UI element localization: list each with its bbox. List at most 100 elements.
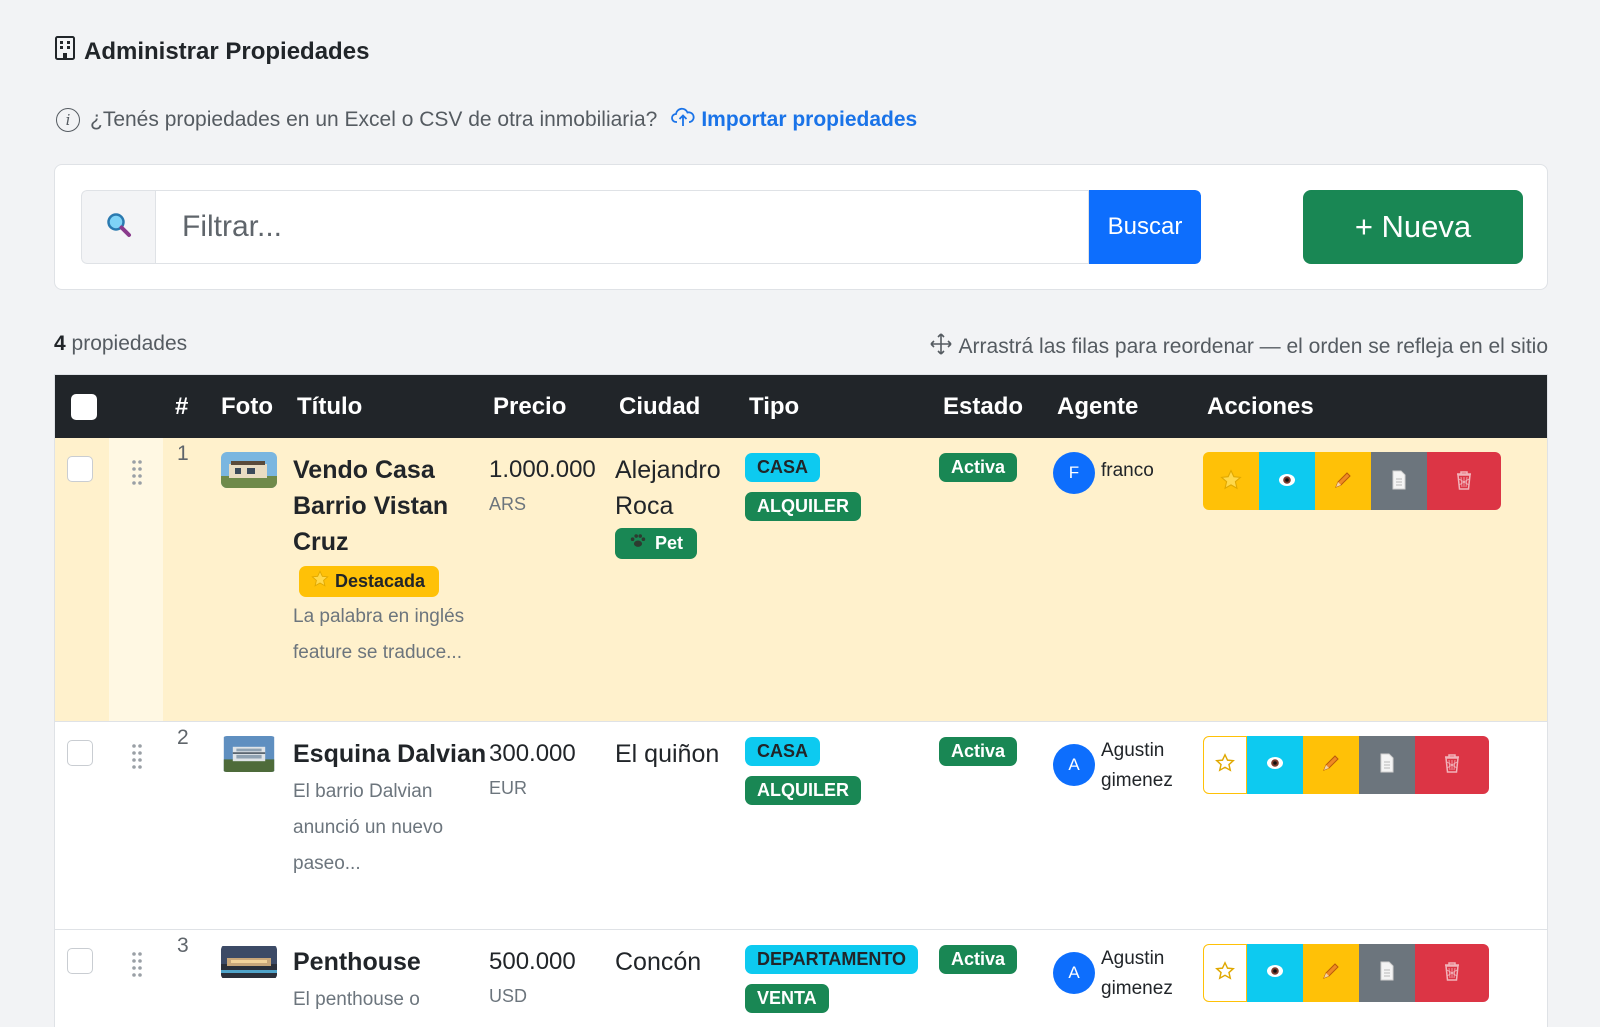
trash-icon: [1441, 960, 1463, 985]
featured-label: Destacada: [335, 571, 426, 591]
col-photo: Foto: [221, 392, 273, 420]
edit-button[interactable]: [1315, 452, 1371, 510]
row-actions: [1203, 735, 1547, 794]
property-count-number: 4: [54, 332, 66, 355]
move-arrows-icon: [929, 332, 953, 362]
col-type: Tipo: [749, 392, 800, 420]
col-title: Título: [297, 392, 363, 420]
eye-icon: [1264, 960, 1286, 985]
property-photo[interactable]: [221, 735, 277, 772]
star-icon: [1220, 468, 1242, 494]
delete-button[interactable]: [1415, 943, 1489, 1002]
col-number: #: [175, 392, 189, 420]
edit-button[interactable]: [1303, 735, 1359, 794]
feature-button[interactable]: [1203, 943, 1247, 1002]
feature-button[interactable]: [1203, 452, 1259, 510]
reorder-hint: Arrastrá las filas para reordenar — el o…: [929, 332, 1548, 362]
drag-handle-icon[interactable]: [131, 458, 145, 493]
featured-badge: Destacada: [299, 566, 440, 597]
paw-icon: [629, 532, 647, 555]
agent-name: Agustin gimenez: [1101, 739, 1173, 791]
delete-button[interactable]: [1415, 735, 1489, 794]
status-badge: Activa: [939, 453, 1018, 482]
page-title-text: Administrar Propiedades: [84, 37, 370, 65]
pet-badge: Pet: [615, 528, 698, 559]
agent: F franco: [1053, 452, 1203, 494]
row-checkbox[interactable]: [67, 947, 93, 974]
view-button[interactable]: [1247, 735, 1303, 794]
col-actions: Acciones: [1207, 392, 1314, 420]
pencil-icon: [1332, 469, 1354, 494]
trash-icon: [1453, 469, 1475, 494]
view-button[interactable]: [1259, 452, 1315, 510]
drag-handle-icon[interactable]: [131, 950, 145, 985]
trash-icon: [1441, 752, 1463, 777]
import-link-label: Importar propiedades: [701, 108, 918, 131]
pet-label: Pet: [655, 533, 684, 553]
property-title[interactable]: Esquina Dalvian: [293, 736, 489, 772]
search-card: Buscar + Nueva: [54, 164, 1548, 290]
import-link[interactable]: Importar propiedades: [671, 106, 917, 134]
drag-handle-icon[interactable]: [131, 742, 145, 777]
pencil-icon: [1320, 752, 1342, 777]
property-city: Concón: [615, 947, 702, 976]
eye-icon: [1264, 752, 1286, 777]
row-number: 3: [177, 933, 189, 957]
avatar: A: [1053, 743, 1095, 786]
property-city: El quiñon: [615, 739, 720, 768]
avatar: F: [1053, 452, 1095, 494]
status-badge: Activa: [939, 944, 1018, 974]
agent-name: Agustin gimenez: [1101, 947, 1173, 999]
document-button[interactable]: [1371, 452, 1427, 510]
import-notice: i ¿Tenés propiedades en un Excel o CSV d…: [56, 106, 917, 134]
select-all-checkbox[interactable]: [71, 393, 97, 420]
col-city: Ciudad: [619, 392, 701, 420]
view-button[interactable]: [1247, 943, 1303, 1002]
row-number: 1: [177, 442, 189, 465]
star-outline-icon: [1214, 752, 1236, 777]
row-actions: [1203, 943, 1547, 1002]
col-price: Precio: [493, 392, 567, 420]
document-icon: [1388, 469, 1410, 494]
cloud-upload-icon: [671, 106, 695, 134]
type-badge: CASA: [745, 736, 821, 766]
import-question: ¿Tenés propiedades en un Excel o CSV de …: [90, 108, 658, 131]
property-description: La palabra en inglés feature se traduce.…: [293, 606, 465, 663]
property-photo[interactable]: [221, 452, 277, 488]
avatar: A: [1053, 951, 1095, 994]
agent: A Agustin gimenez: [1053, 944, 1203, 1004]
page-title: Administrar Propiedades: [54, 36, 369, 67]
feature-button[interactable]: [1203, 735, 1247, 794]
document-button[interactable]: [1359, 735, 1415, 794]
row-checkbox[interactable]: [67, 739, 93, 766]
operation-badge: VENTA: [745, 983, 829, 1013]
table-row[interactable]: 1 Vendo Casa Barrio Vistan Cruz Destacad…: [55, 438, 1547, 721]
property-title[interactable]: Vendo Casa Barrio Vistan Cruz: [293, 452, 489, 560]
col-status: Estado: [943, 392, 1024, 420]
property-count: 4 propiedades: [54, 332, 187, 356]
row-checkbox[interactable]: [67, 456, 93, 482]
properties-table: # Foto Título Precio Ciudad Tipo Estado …: [54, 374, 1548, 1027]
pencil-icon: [1320, 960, 1342, 985]
property-description: El barrio Dalvian anunció un nuevo paseo…: [293, 780, 444, 874]
agent: A Agustin gimenez: [1053, 736, 1203, 796]
search-button[interactable]: Buscar: [1089, 190, 1201, 264]
star-icon: [311, 570, 329, 593]
new-property-button[interactable]: + Nueva: [1303, 190, 1523, 264]
property-description: El penthouse o: [293, 988, 420, 1010]
edit-button[interactable]: [1303, 943, 1359, 1002]
property-title[interactable]: Penthouse: [293, 944, 489, 980]
operation-badge: ALQUILER: [745, 775, 861, 805]
info-icon: i: [56, 108, 80, 132]
table-row[interactable]: 2 Esquina Dalvian El barrio Dalvian anun…: [55, 721, 1547, 929]
filter-input[interactable]: [155, 190, 1089, 264]
row-number: 2: [177, 725, 189, 749]
property-currency: ARS: [489, 494, 527, 514]
property-photo[interactable]: [221, 944, 277, 980]
document-button[interactable]: [1359, 943, 1415, 1002]
delete-button[interactable]: [1427, 452, 1501, 510]
status-badge: Activa: [939, 736, 1018, 766]
property-currency: EUR: [489, 777, 528, 798]
table-row[interactable]: 3 Penthouse El penthouse o 500.000 USD C…: [55, 929, 1547, 1027]
reorder-hint-text: Arrastrá las filas para reordenar — el o…: [958, 335, 1548, 358]
